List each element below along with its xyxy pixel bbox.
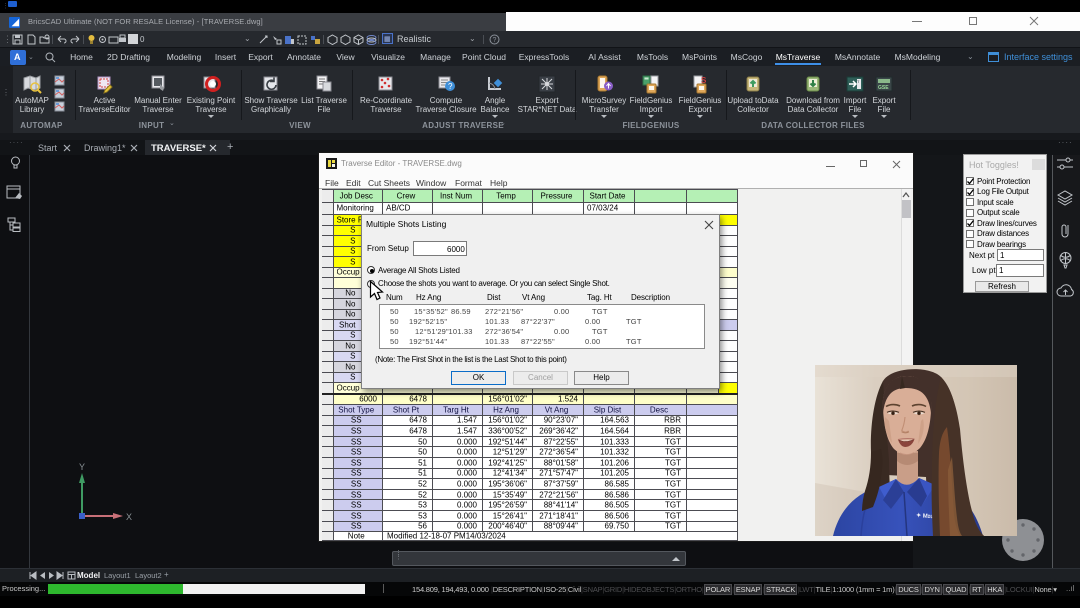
svg-text:?: ? (493, 37, 497, 44)
svg-text:Y: Y (79, 462, 85, 472)
svg-text:?: ? (448, 82, 453, 91)
svg-text:X: X (126, 512, 132, 522)
svg-text:GSE: GSE (878, 85, 889, 91)
